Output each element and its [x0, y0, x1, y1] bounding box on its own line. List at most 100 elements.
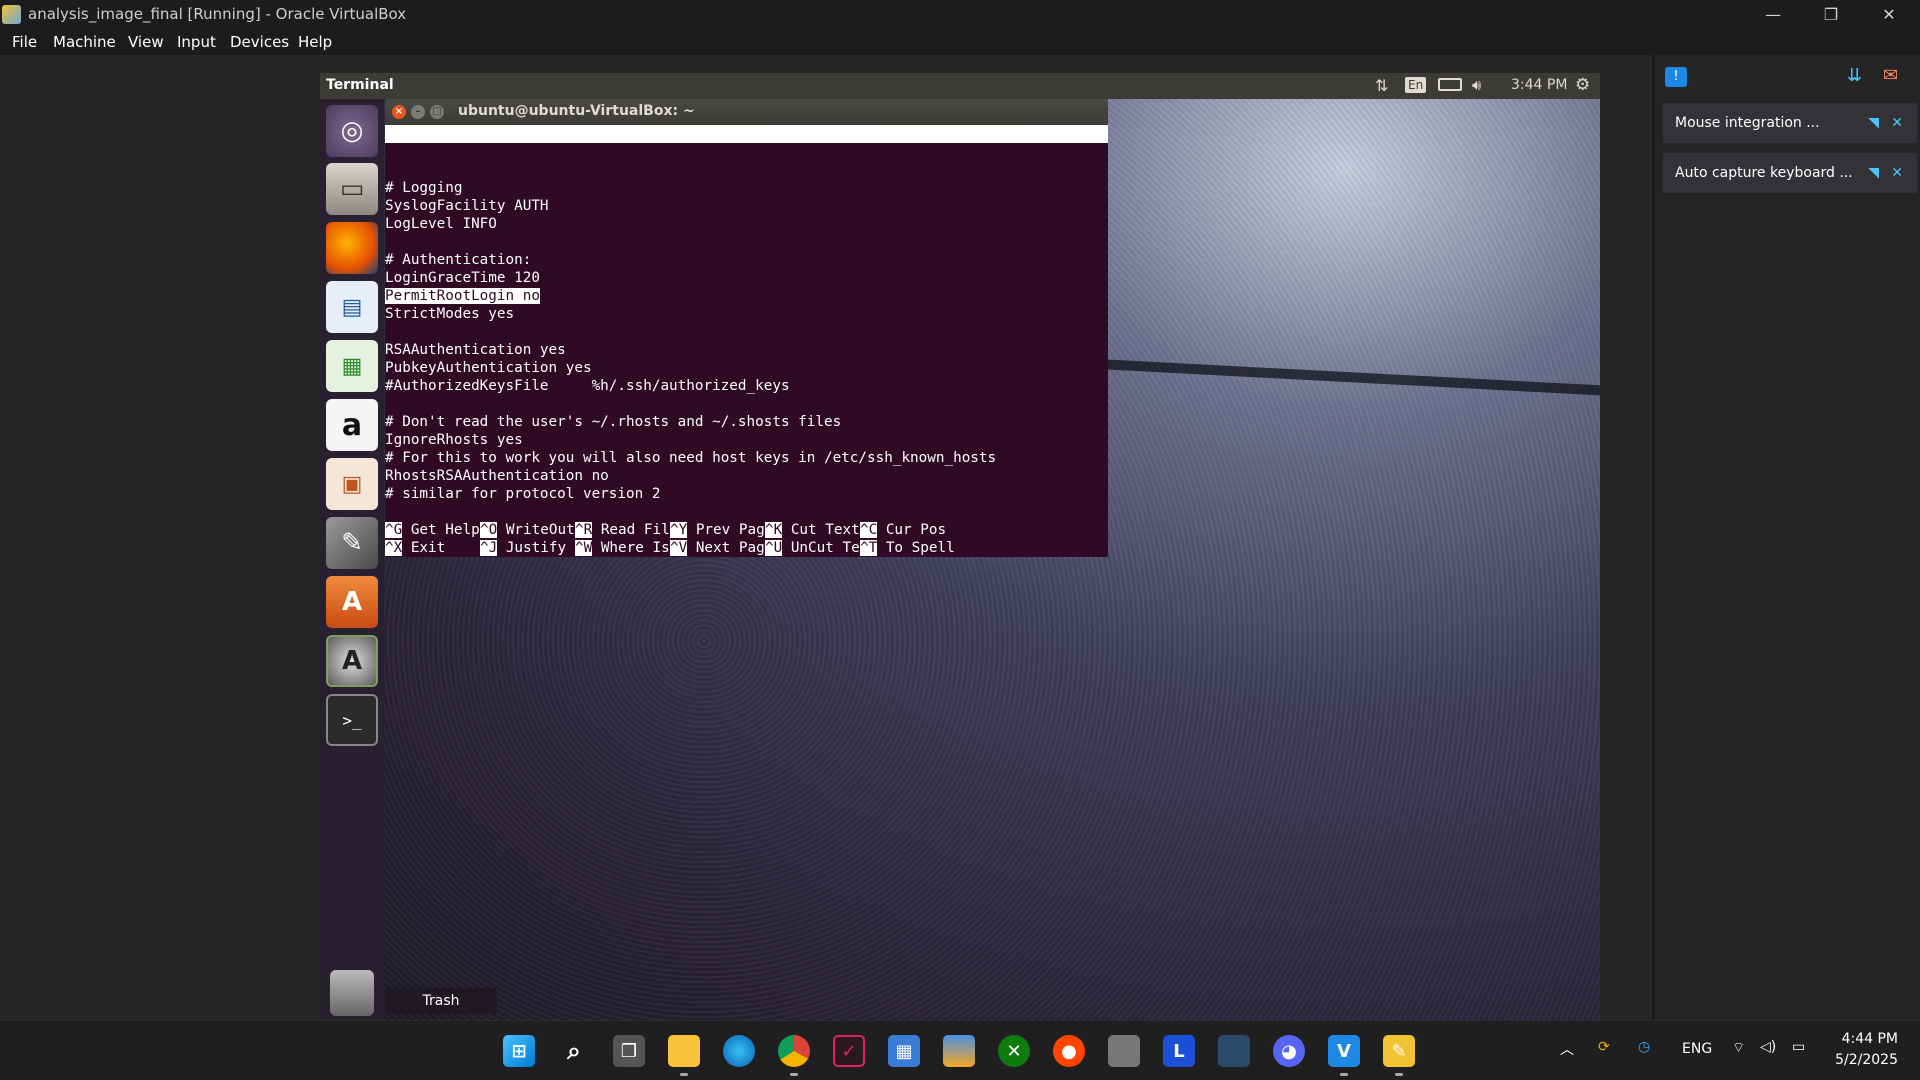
minimize-button[interactable]: — — [1744, 0, 1802, 29]
discord-icon[interactable]: ◕ — [1273, 1035, 1305, 1067]
notification-center-icon[interactable]: ! — [1665, 67, 1687, 87]
search-icon[interactable]: ⌕ — [558, 1035, 590, 1067]
notification-auto-capture[interactable]: Auto capture keyboard ... ◥ ✕ — [1663, 153, 1917, 193]
text-line: # Authentication: — [385, 252, 532, 268]
text-line: RhostsRSAAuthentication no — [385, 468, 609, 484]
close-notification-icon[interactable]: ✕ — [1891, 153, 1903, 193]
calc-icon[interactable]: ▦ — [326, 340, 378, 392]
notification-text: Auto capture keyboard ... — [1675, 165, 1853, 181]
l-app-icon[interactable]: L — [1163, 1035, 1195, 1067]
system-gear-icon[interactable]: ⚙ — [1575, 75, 1590, 95]
nano-shortcut[interactable]: ^Y Prev Page — [670, 521, 773, 539]
close-button[interactable]: ✕ — [1860, 0, 1918, 29]
restore-button[interactable]: ❐ — [1802, 0, 1860, 29]
taskbar-date[interactable]: 5/2/2025 — [1828, 1052, 1898, 1068]
nano-shortcut[interactable]: ^X Exit — [385, 539, 445, 557]
language-indicator[interactable]: ENG — [1682, 1041, 1712, 1057]
shortcut-label: Cur Pos — [877, 522, 947, 538]
nano-shortcut[interactable]: ^K Cut Text — [765, 521, 860, 539]
app2-icon[interactable] — [1108, 1035, 1140, 1067]
sort-icon[interactable]: ⇊ — [1847, 65, 1862, 86]
menu-devices[interactable]: Devices — [230, 33, 289, 51]
ubuntu-dash-icon[interactable]: ◎ — [326, 105, 378, 157]
software-center-icon[interactable]: A — [326, 576, 378, 628]
notification-text: Mouse integration ... — [1675, 115, 1820, 131]
clock-app-icon[interactable]: ◷ — [1638, 1039, 1650, 1055]
terminal-title-bar[interactable]: × – □ ubuntu@ubuntu-VirtualBox: ~ — [385, 99, 1108, 125]
text-line: LoginGraceTime 120 — [385, 270, 540, 286]
sync-icon[interactable]: ⟳ — [1598, 1039, 1610, 1055]
menu-view[interactable]: View — [128, 33, 164, 51]
unity-launcher: ◎ ▭ ▤ ▦ a ▣ ✎ A A >_ — [320, 99, 384, 1020]
chevron-up-icon[interactable]: ︿ — [1560, 1039, 1574, 1059]
wifi-icon[interactable]: ⌔ — [1732, 1039, 1745, 1057]
app-icon[interactable]: ✓ — [833, 1035, 865, 1067]
updater-icon[interactable]: A — [326, 635, 378, 687]
shortcut-label: To Spell — [877, 540, 955, 556]
nano-shortcut[interactable]: ^G Get Help — [385, 521, 480, 539]
nano-shortcut[interactable]: ^W Where Is — [575, 539, 670, 557]
settings-icon[interactable]: ✎ — [326, 517, 378, 569]
notes-icon[interactable]: ✎ — [1383, 1035, 1415, 1067]
close-notification-icon[interactable]: ✕ — [1891, 103, 1903, 143]
start-icon[interactable]: ⊞ — [503, 1035, 535, 1067]
taskbar-time[interactable]: 4:44 PM — [1838, 1031, 1898, 1047]
terminal-close-button[interactable]: × — [392, 105, 406, 119]
writer-icon[interactable]: ▤ — [326, 281, 378, 333]
terminal-icon[interactable]: >_ — [326, 694, 378, 746]
task-view-icon[interactable]: ❐ — [613, 1035, 645, 1067]
edge-icon[interactable] — [723, 1035, 755, 1067]
text-line: # Logging — [385, 180, 463, 196]
file-explorer-icon[interactable] — [668, 1035, 700, 1067]
trash-icon[interactable] — [330, 970, 374, 1016]
menu-input[interactable]: Input — [177, 33, 216, 51]
pin-icon[interactable]: ◥ — [1868, 153, 1879, 193]
menu-file[interactable]: File — [12, 33, 37, 51]
host-title-bar[interactable]: analysis_image_final [Running] - Oracle … — [0, 0, 1920, 29]
virtualbox-icon[interactable]: V — [1328, 1035, 1360, 1067]
nano-shortcut[interactable]: ^V Next Page — [670, 539, 773, 557]
nano-shortcut[interactable]: ^T To Spell — [860, 539, 955, 557]
battery-icon[interactable] — [1438, 78, 1462, 91]
shortcut-label: Get Help — [402, 522, 480, 538]
reddit-icon[interactable]: ● — [1053, 1035, 1085, 1067]
shortcut-key: ^O — [480, 522, 498, 538]
amazon-icon[interactable]: a — [326, 399, 378, 451]
shortcut-key: ^Y — [670, 522, 688, 538]
keyboard-layout-indicator[interactable]: En — [1405, 77, 1427, 93]
terminal-minimize-button[interactable]: – — [411, 105, 425, 119]
shortcut-label: Justify — [497, 540, 567, 556]
files-icon[interactable]: ▭ — [326, 163, 378, 215]
notification-mouse-integration[interactable]: Mouse integration ... ◥ ✕ — [1663, 103, 1917, 143]
virtualbox-app-icon — [2, 5, 21, 24]
nano-editor[interactable]: GNU nano 2.2.6 File: /etc/ssh/sshd_confi… — [385, 125, 1108, 557]
store-icon[interactable]: ▦ — [888, 1035, 920, 1067]
speaker-icon[interactable]: ◁) — [1760, 1039, 1776, 1055]
xbox-icon[interactable]: ✕ — [998, 1035, 1030, 1067]
firefox-icon[interactable] — [326, 222, 378, 274]
app3-icon[interactable] — [1218, 1035, 1250, 1067]
unity-top-panel: Terminal ⇅ En 🔊︎ 3:44 PM ⚙ — [320, 73, 1600, 99]
chrome-icon[interactable] — [778, 1035, 810, 1067]
menu-machine[interactable]: Machine — [53, 33, 116, 51]
windows-taskbar: ⊞ ⌕ ❐ ✓ ▦ ✕ ● L ◕ V ✎ ︿ ⟳ ◷ ENG ⌔ ◁) ▭ 4… — [0, 1020, 1920, 1080]
volume-icon[interactable]: 🔊︎ — [1472, 76, 1481, 94]
medal-icon[interactable] — [943, 1035, 975, 1067]
panel-clock[interactable]: 3:44 PM — [1511, 77, 1567, 93]
menu-help[interactable]: Help — [298, 33, 332, 51]
guest-screen[interactable]: Terminal ⇅ En 🔊︎ 3:44 PM ⚙ ◎ ▭ ▤ ▦ a ▣ ✎… — [320, 73, 1600, 1020]
nano-shortcut[interactable]: ^O WriteOut — [480, 521, 575, 539]
shortcut-key: ^G — [385, 522, 403, 538]
nano-version: GNU nano 2.2.6 — [385, 144, 523, 160]
shortcut-key: ^R — [575, 522, 593, 538]
network-icon[interactable]: ⇅ — [1375, 76, 1388, 95]
nano-shortcut[interactable]: ^J Justify — [480, 539, 566, 557]
dismiss-all-icon[interactable]: ✉ — [1883, 65, 1898, 86]
impress-icon[interactable]: ▣ — [326, 458, 378, 510]
pin-icon[interactable]: ◥ — [1868, 103, 1879, 143]
battery-tray-icon[interactable]: ▭ — [1792, 1039, 1805, 1055]
terminal-maximize-button[interactable]: □ — [430, 105, 444, 119]
nano-shortcut[interactable]: ^C Cur Pos — [860, 521, 946, 539]
nano-shortcut[interactable]: ^R Read File — [575, 521, 678, 539]
terminal-window[interactable]: × – □ ubuntu@ubuntu-VirtualBox: ~ GNU na… — [385, 99, 1108, 557]
